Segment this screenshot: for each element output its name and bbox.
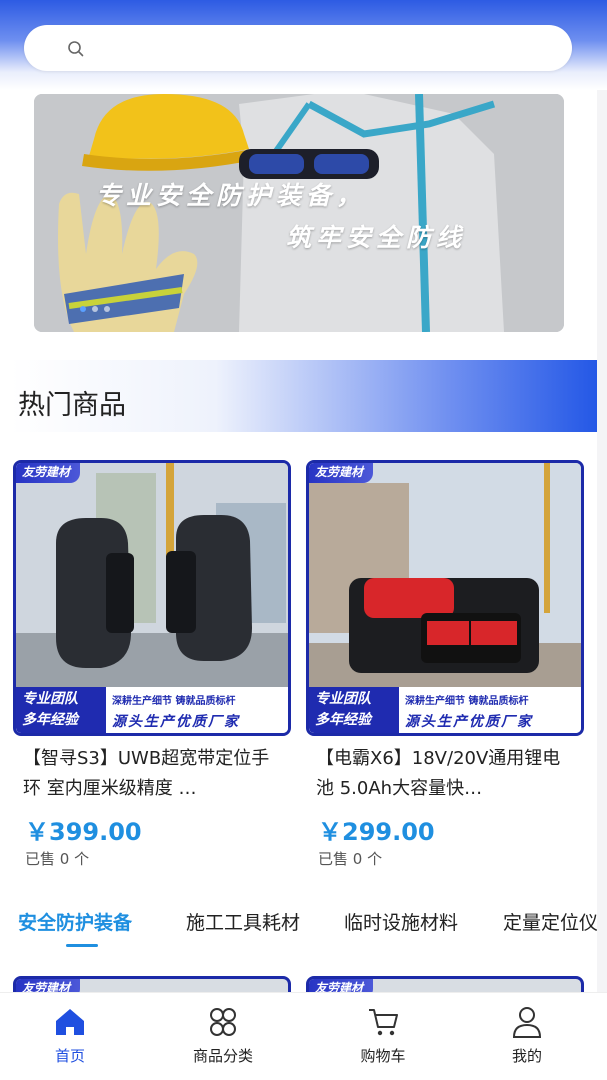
hot-section-title: 热门商品 <box>18 390 126 421</box>
promo-strip-subtitle: 深耕生产细节 铸就品质标杆 <box>112 696 236 707</box>
tabbar-label: 我的 <box>511 1047 542 1065</box>
banner-dot[interactable] <box>92 306 98 312</box>
tabbar-label: 购物车 <box>360 1047 406 1065</box>
promo-strip-title: 源头生产优质厂家 <box>112 714 240 730</box>
header <box>0 0 607 90</box>
home-page: 专业安全防护装备， 筑牢安全防线 热门商品 友劳建材 专业团队 多年经验 深耕生… <box>0 0 607 1080</box>
category-tabs: 安全防护装备 施工工具耗材 临时设施材料 定量定位仪 <box>0 900 597 956</box>
promo-banner[interactable] <box>34 94 564 332</box>
category-icon <box>210 1008 236 1036</box>
brand-tag: 友劳建材 <box>309 463 374 483</box>
product-sold-count: 已售 0 个 <box>318 850 383 868</box>
search-input[interactable] <box>94 33 554 63</box>
tabbar-label: 商品分类 <box>192 1047 253 1065</box>
product-card[interactable]: 友劳建材 专业团队 多年经验 深耕生产细节 铸就品质标杆 源头生产优质厂家 【智… <box>13 460 291 880</box>
product-image[interactable]: 友劳建材 专业团队 多年经验 深耕生产细节 铸就品质标杆 源头生产优质厂家 <box>13 460 291 736</box>
product-price: ￥399.00 <box>25 818 142 846</box>
promo-strip-subtitle: 深耕生产细节 铸就品质标杆 <box>405 696 529 707</box>
search-bar[interactable] <box>24 25 572 71</box>
tabbar-cart[interactable]: 购物车 <box>323 993 443 1080</box>
promo-strip: 专业团队 多年经验 深耕生产细节 铸就品质标杆 源头生产优质厂家 <box>309 687 581 733</box>
promo-strip-badge: 专业团队 多年经验 <box>16 687 106 733</box>
promo-strip-title: 源头生产优质厂家 <box>405 714 533 730</box>
search-icon <box>68 41 84 57</box>
tabbar-label: 首页 <box>54 1047 85 1065</box>
banner-headline-1: 专业安全防护装备， <box>96 181 367 210</box>
product-name[interactable]: 【智寻S3】UWB超宽带定位手环 室内厘米级精度 … <box>23 744 273 804</box>
tabbar-home[interactable]: 首页 <box>10 993 130 1080</box>
brand-tag: 友劳建材 <box>16 463 81 483</box>
tab-safety-gear[interactable]: 安全防护装备 <box>18 908 132 935</box>
active-tab-indicator <box>66 944 98 947</box>
product-name[interactable]: 【电霸X6】18V/20V通用锂电池 5.0Ah大容量快… <box>316 744 566 804</box>
product-image[interactable]: 友劳建材 专业团队 多年经验 深耕生产细节 铸就品质标杆 源头生产优质厂家 <box>306 460 584 736</box>
product-card[interactable]: 友劳建材 专业团队 多年经验 深耕生产细节 铸就品质标杆 源头生产优质厂家 【电… <box>306 460 584 880</box>
promo-strip-text: 专业团队 <box>315 691 371 707</box>
product-price: ￥299.00 <box>318 818 435 846</box>
banner-dot[interactable] <box>80 306 86 312</box>
promo-strip-badge: 专业团队 多年经验 <box>309 687 399 733</box>
cart-icon <box>369 1009 398 1036</box>
promo-strip: 专业团队 多年经验 深耕生产细节 铸就品质标杆 源头生产优质厂家 <box>16 687 288 733</box>
tab-construction-tools[interactable]: 施工工具耗材 <box>186 908 300 935</box>
promo-strip-text: 多年经验 <box>22 712 78 728</box>
bottom-tab-bar: 首页 商品分类 购物车 我的 <box>0 992 607 1080</box>
user-icon <box>512 1007 542 1038</box>
tab-temporary-facilities[interactable]: 临时设施材料 <box>344 908 458 935</box>
tabbar-category[interactable]: 商品分类 <box>163 993 283 1080</box>
banner-illustration <box>34 94 564 332</box>
banner-pagination <box>80 306 110 312</box>
tabbar-profile[interactable]: 我的 <box>467 993 587 1080</box>
promo-strip-text: 多年经验 <box>315 712 371 728</box>
banner-dot[interactable] <box>104 306 110 312</box>
banner-headline-2: 筑牢安全防线 <box>286 223 467 252</box>
product-sold-count: 已售 0 个 <box>25 850 90 868</box>
home-icon <box>56 1009 84 1035</box>
tab-positioning-devices[interactable]: 定量定位仪 <box>503 908 597 935</box>
promo-strip-text: 专业团队 <box>22 691 78 707</box>
